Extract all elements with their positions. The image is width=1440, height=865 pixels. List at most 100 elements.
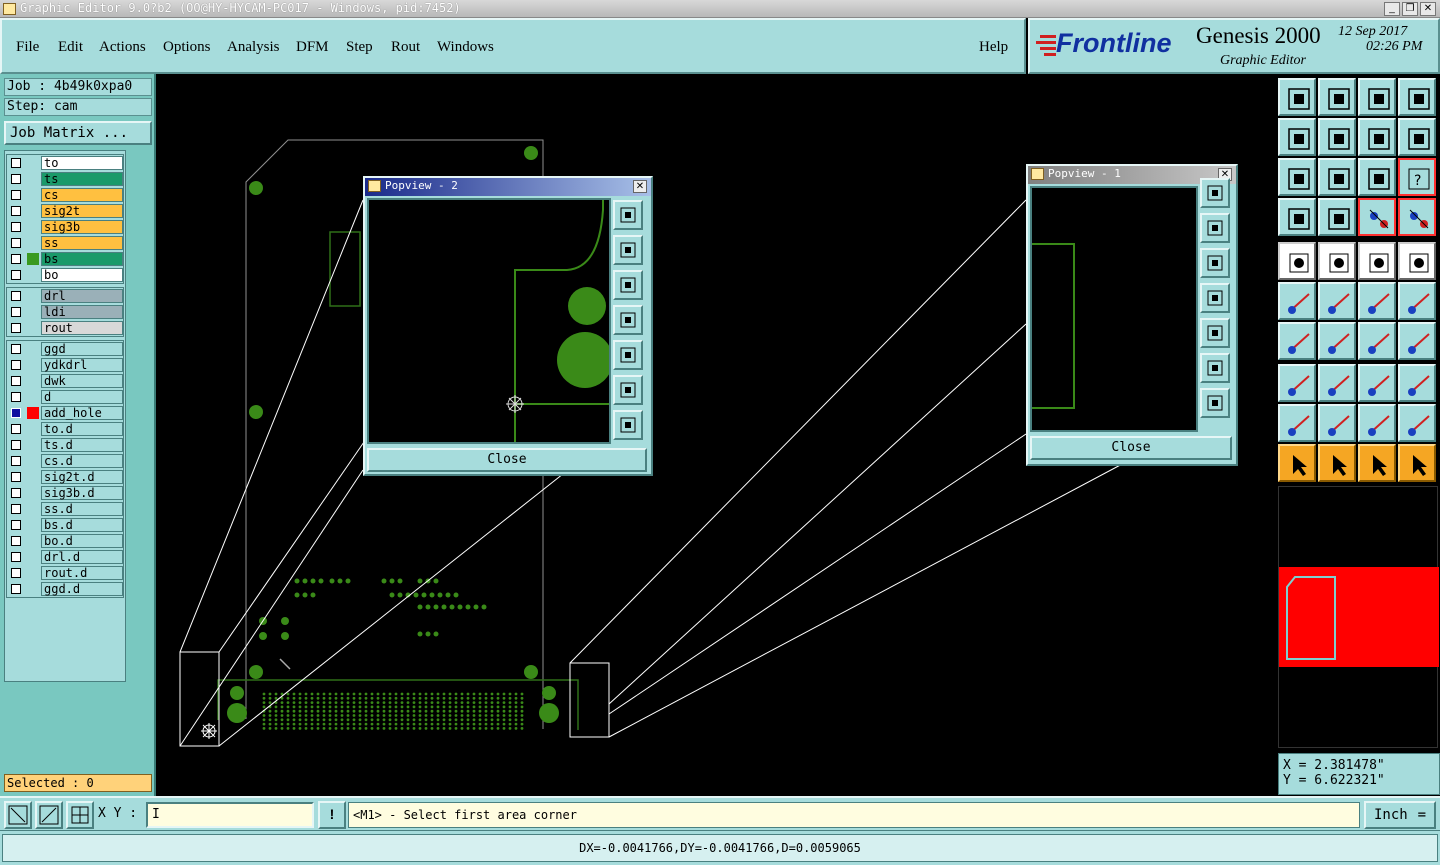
snap-icon[interactable] bbox=[1398, 118, 1436, 156]
layer-name[interactable]: bo bbox=[41, 268, 123, 282]
pointer-icon[interactable] bbox=[1278, 444, 1316, 482]
layer-name[interactable]: sig2t.d bbox=[41, 470, 123, 484]
layer-name[interactable]: d bbox=[41, 390, 123, 404]
layer-checkbox[interactable] bbox=[11, 456, 21, 466]
layer-row-add_hole[interactable]: add_hole bbox=[7, 405, 123, 421]
popview-tool-button[interactable] bbox=[613, 235, 643, 265]
dot-icon[interactable] bbox=[1398, 242, 1436, 280]
layer-checkbox[interactable] bbox=[11, 568, 21, 578]
close-window-button[interactable]: ✕ bbox=[1420, 2, 1436, 16]
layer-row-sig3b-d[interactable]: sig3b.d bbox=[7, 485, 123, 501]
layer-name[interactable]: ts bbox=[41, 172, 123, 186]
poly-icon[interactable] bbox=[1318, 404, 1356, 442]
layer-checkbox[interactable] bbox=[11, 472, 21, 482]
layer-row-sig3b[interactable]: sig3b bbox=[7, 219, 123, 235]
layer-checkbox[interactable] bbox=[11, 174, 21, 184]
layer-name[interactable]: sig2t bbox=[41, 204, 123, 218]
popview-tool-button[interactable] bbox=[1200, 178, 1230, 208]
layer-row-to-d[interactable]: to.d bbox=[7, 421, 123, 437]
layer-row-drl[interactable]: drl bbox=[7, 288, 123, 304]
layer-name[interactable]: sig3b bbox=[41, 220, 123, 234]
menu-rout[interactable]: Rout bbox=[391, 39, 420, 56]
layer-row-cs[interactable]: cs bbox=[7, 187, 123, 203]
layer-row-d[interactable]: d bbox=[7, 389, 123, 405]
layer-name[interactable]: sig3b.d bbox=[41, 486, 123, 500]
warning-icon[interactable] bbox=[1398, 404, 1436, 442]
zoom-home[interactable] bbox=[1278, 78, 1316, 116]
undo-icon[interactable] bbox=[1358, 118, 1396, 156]
layer-checkbox[interactable] bbox=[11, 270, 21, 280]
net-icon[interactable] bbox=[1358, 198, 1396, 236]
maximize-button[interactable]: ❐ bbox=[1402, 2, 1418, 16]
split-view[interactable] bbox=[1398, 78, 1436, 116]
layers-icon[interactable] bbox=[1278, 198, 1316, 236]
layer-checkbox[interactable] bbox=[11, 291, 21, 301]
job-matrix-button[interactable]: Job Matrix ... bbox=[4, 121, 152, 145]
layer-name[interactable]: ss.d bbox=[41, 502, 123, 516]
popview-tool-button[interactable] bbox=[1200, 213, 1230, 243]
layer-row-to[interactable]: to bbox=[7, 155, 123, 171]
pan-left[interactable] bbox=[1278, 118, 1316, 156]
home-icon[interactable] bbox=[1358, 78, 1396, 116]
layer-name[interactable]: ydkdrl bbox=[41, 358, 123, 372]
layer-name[interactable]: ss bbox=[41, 236, 123, 250]
layer-checkbox[interactable] bbox=[11, 584, 21, 594]
info-button[interactable]: ! bbox=[318, 801, 346, 829]
popview-tool-button[interactable] bbox=[1200, 353, 1230, 383]
layer-name[interactable]: drl.d bbox=[41, 550, 123, 564]
units-selector[interactable]: Inch = bbox=[1364, 801, 1436, 829]
move-icon[interactable] bbox=[1358, 282, 1396, 320]
popview-2-window[interactable]: Popview - 2 ✕ Close bbox=[363, 176, 653, 476]
layer-name[interactable]: to.d bbox=[41, 422, 123, 436]
popview-2-view[interactable] bbox=[367, 198, 611, 444]
pan-right[interactable] bbox=[1318, 118, 1356, 156]
help-icon[interactable]: ? bbox=[1398, 158, 1436, 196]
layer-checkbox[interactable] bbox=[11, 206, 21, 216]
overview-map[interactable] bbox=[1278, 486, 1439, 748]
layer-name[interactable]: add_hole bbox=[41, 406, 123, 420]
layer-row-ts-d[interactable]: ts.d bbox=[7, 437, 123, 453]
line-icon[interactable] bbox=[1318, 242, 1356, 280]
grid-button[interactable] bbox=[66, 801, 94, 829]
zoom-area-button[interactable] bbox=[4, 801, 32, 829]
layer-name[interactable]: cs bbox=[41, 188, 123, 202]
layer-checkbox[interactable] bbox=[11, 360, 21, 370]
popview-tool-button[interactable] bbox=[613, 200, 643, 230]
layer-checkbox[interactable] bbox=[11, 392, 21, 402]
layer-name[interactable]: ldi bbox=[41, 305, 123, 319]
layer-checkbox[interactable] bbox=[11, 222, 21, 232]
layer-row-dwk[interactable]: dwk bbox=[7, 373, 123, 389]
pointer-box-icon[interactable] bbox=[1318, 444, 1356, 482]
menu-edit[interactable]: Edit bbox=[58, 39, 83, 56]
popview-1-window[interactable]: Popview - 1 ✕ Close bbox=[1026, 164, 1238, 466]
layer-checkbox[interactable] bbox=[11, 488, 21, 498]
layer-row-rout-d[interactable]: rout.d bbox=[7, 565, 123, 581]
cross-icon[interactable] bbox=[1318, 282, 1356, 320]
layer-row-ggd-d[interactable]: ggd.d bbox=[7, 581, 123, 597]
layer-name[interactable]: drl bbox=[41, 289, 123, 303]
pad-icon[interactable] bbox=[1398, 364, 1436, 402]
popview-2-close-icon[interactable]: ✕ bbox=[633, 180, 647, 193]
menu-actions[interactable]: Actions bbox=[99, 39, 146, 56]
arc-icon[interactable] bbox=[1358, 322, 1396, 360]
layer-row-sig2t-d[interactable]: sig2t.d bbox=[7, 469, 123, 485]
pointer-red-icon[interactable] bbox=[1358, 444, 1396, 482]
popview-tool-button[interactable] bbox=[613, 305, 643, 335]
layer-checkbox[interactable] bbox=[11, 158, 21, 168]
menu-step[interactable]: Step bbox=[346, 39, 373, 56]
layer-name[interactable]: ggd bbox=[41, 342, 123, 356]
menu-options[interactable]: Options bbox=[163, 39, 211, 56]
layer-name[interactable]: cs.d bbox=[41, 454, 123, 468]
popview-tool-button[interactable] bbox=[1200, 248, 1230, 278]
layer-checkbox[interactable] bbox=[11, 254, 21, 264]
popview-1-view[interactable] bbox=[1030, 186, 1198, 432]
popview-tool-button[interactable] bbox=[613, 375, 643, 405]
layer-name[interactable]: dwk bbox=[41, 374, 123, 388]
layer-name[interactable]: bs bbox=[41, 252, 123, 266]
layer-row-drl-d[interactable]: drl.d bbox=[7, 549, 123, 565]
layer-checkbox[interactable] bbox=[11, 552, 21, 562]
popview-2-close-button[interactable]: Close bbox=[367, 448, 647, 472]
ff-icon[interactable] bbox=[1398, 322, 1436, 360]
layer-checkbox[interactable] bbox=[11, 307, 21, 317]
layer-row-ldi[interactable]: ldi bbox=[7, 304, 123, 320]
